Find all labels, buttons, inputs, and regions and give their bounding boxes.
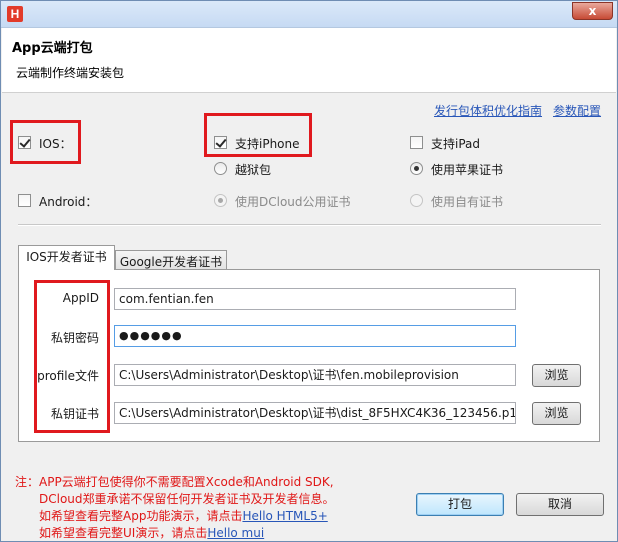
note-line-4-text: 如希望查看完整UI演示，请点击 (39, 526, 208, 540)
highlight-box-form-labels (34, 280, 110, 433)
dcloud-cert-label: 使用DCloud公用证书 (235, 195, 351, 209)
apple-cert-radio[interactable] (410, 162, 423, 175)
dialog-title: App云端打包 (12, 41, 93, 56)
jailbreak-radio[interactable] (214, 162, 227, 175)
note-line-4: 如希望查看完整UI演示，请点击Hello mui (39, 524, 264, 542)
highlight-box-ios (10, 120, 81, 164)
hello-mui-link[interactable]: Hello mui (207, 526, 264, 540)
hello-html5-link[interactable]: Hello HTML5+ (242, 509, 327, 523)
browse-profile-button[interactable]: 浏览 (532, 364, 581, 387)
title-bar: H x (1, 1, 617, 28)
key-password-input[interactable]: ●●●●●● (114, 325, 516, 347)
close-button[interactable]: x (572, 2, 613, 20)
jailbreak-label: 越狱包 (235, 163, 272, 177)
android-label: Android： (39, 195, 98, 209)
section-divider (18, 224, 601, 226)
param-config-link[interactable]: 参数配置 (553, 102, 601, 119)
note-line-2: DCloud郑重承诺不保留任何开发者证书及开发者信息。 (39, 492, 335, 506)
note-line-3: 如希望查看完整App功能演示，请点击Hello HTML5+ (39, 507, 328, 525)
appid-input[interactable]: com.fentian.fen (114, 288, 516, 310)
dialog-subtitle: 云端制作终端安装包 (16, 66, 125, 80)
profile-path-input[interactable]: C:\Users\Administrator\Desktop\证书\fen.mo… (114, 364, 516, 386)
dcloud-cert-radio[interactable] (214, 194, 227, 207)
hbuilder-logo-icon: H (7, 6, 23, 22)
tab-ios-cert[interactable]: IOS开发者证书 (18, 245, 115, 270)
own-cert-radio[interactable] (410, 194, 423, 207)
support-ipad-label: 支持iPad (431, 137, 481, 151)
dialog-header: App云端打包 云端制作终端安装包 (2, 28, 616, 93)
own-cert-label: 使用自有证书 (431, 195, 504, 209)
android-checkbox[interactable] (18, 194, 31, 207)
highlight-box-iphone (204, 113, 312, 157)
optimize-guide-link[interactable]: 发行包体积优化指南 (434, 102, 542, 119)
support-ipad-checkbox[interactable] (410, 136, 423, 149)
key-cert-path-input[interactable]: C:\Users\Administrator\Desktop\证书\dist_8… (114, 402, 516, 424)
pack-dialog-window: H x App云端打包 云端制作终端安装包 发行包体积优化指南 参数配置 IOS… (0, 0, 618, 542)
apple-cert-label: 使用苹果证书 (431, 163, 504, 177)
browse-key-cert-button[interactable]: 浏览 (532, 402, 581, 425)
note-line-1: 注：APP云端打包使得你不需要配置Xcode和Android SDK, (15, 475, 334, 489)
cancel-button[interactable]: 取消 (516, 493, 604, 516)
note-line-3-text: 如希望查看完整App功能演示，请点击 (39, 509, 243, 523)
pack-button[interactable]: 打包 (416, 493, 504, 516)
